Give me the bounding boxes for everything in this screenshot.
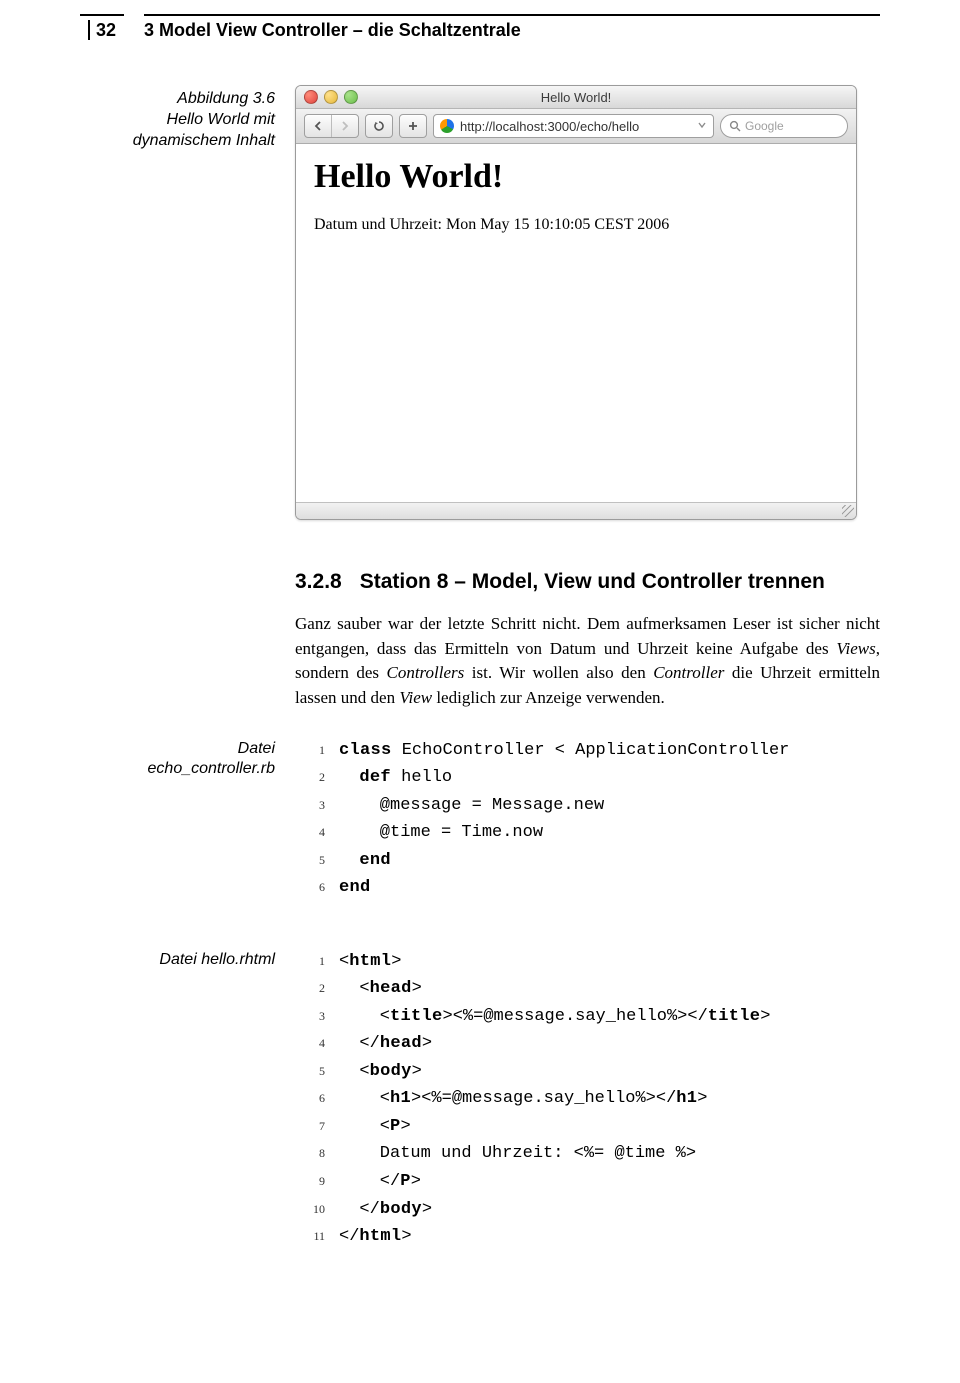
url-bar[interactable]: http://localhost:3000/echo/hello (433, 114, 714, 138)
line-number: 6 (295, 874, 339, 902)
section-title: Station 8 – Model, View und Controller t… (360, 570, 825, 594)
line-number: 8 (295, 1140, 339, 1168)
page-number: 32 (88, 20, 116, 40)
viewport: Hello World! Datum und Uhrzeit: Mon May … (296, 144, 856, 502)
statusbar (296, 502, 856, 519)
line-number: 1 (295, 737, 339, 765)
chapter-title: 3 Model View Controller – die Schaltzent… (144, 14, 880, 45)
line-number: 3 (295, 792, 339, 820)
section-heading: 3.2.8 Station 8 – Model, View und Contro… (295, 570, 880, 594)
search-placeholder: Google (745, 119, 784, 133)
line-number: 2 (295, 764, 339, 792)
page-number-box: 32 (80, 14, 124, 45)
line-number: 7 (295, 1113, 339, 1141)
add-button[interactable] (400, 115, 426, 137)
search-box[interactable]: Google (720, 114, 848, 138)
caption-line: Hello World mit (167, 111, 275, 128)
forward-button[interactable] (331, 115, 358, 137)
rss-indicator (697, 121, 707, 131)
line-number: 6 (295, 1085, 339, 1113)
running-header: 32 3 Model View Controller – die Schaltz… (80, 0, 880, 45)
figure-image: Hello World! (295, 85, 880, 520)
code-listing-view: 1<html> 2 <head> 3 <title><%=@message.sa… (295, 948, 880, 1251)
resize-handle-icon[interactable] (842, 505, 854, 517)
reload-button[interactable] (366, 115, 392, 137)
line-number: 11 (295, 1223, 339, 1251)
toolbar: http://localhost:3000/echo/hello Google (296, 109, 856, 144)
page-heading: Hello World! (314, 158, 838, 196)
line-number: 10 (295, 1196, 339, 1224)
line-number: 4 (295, 819, 339, 847)
caption-line: dynamischem Inhalt (133, 132, 275, 149)
line-number: 4 (295, 1030, 339, 1058)
titlebar: Hello World! (296, 86, 856, 109)
listing-label: Datei echo_controller.rb (80, 737, 295, 902)
line-number: 3 (295, 1003, 339, 1031)
figure-caption: Abbildung 3.6 Hello World mit dynamische… (80, 85, 295, 520)
code-listing-controller: 1class EchoController < ApplicationContr… (295, 737, 880, 902)
line-number: 9 (295, 1168, 339, 1196)
listing-label: Datei hello.rhtml (80, 948, 295, 1251)
url-text: http://localhost:3000/echo/hello (460, 119, 639, 134)
search-icon (729, 120, 741, 132)
page-text: Datum und Uhrzeit: Mon May 15 10:10:05 C… (314, 216, 838, 234)
browser-window: Hello World! (295, 85, 857, 520)
caption-line: Abbildung 3.6 (177, 90, 275, 107)
section-number: 3.2.8 (295, 570, 342, 594)
line-number: 5 (295, 847, 339, 875)
add-button-group (399, 114, 427, 138)
window-title: Hello World! (296, 90, 856, 105)
line-number: 5 (295, 1058, 339, 1086)
line-number: 2 (295, 975, 339, 1003)
section-paragraph: Ganz sauber war der letzte Schritt nicht… (295, 612, 880, 711)
back-button[interactable] (305, 115, 331, 137)
nav-buttons (304, 114, 359, 138)
favicon-icon (440, 119, 454, 133)
reload-button-group (365, 114, 393, 138)
line-number: 1 (295, 948, 339, 976)
